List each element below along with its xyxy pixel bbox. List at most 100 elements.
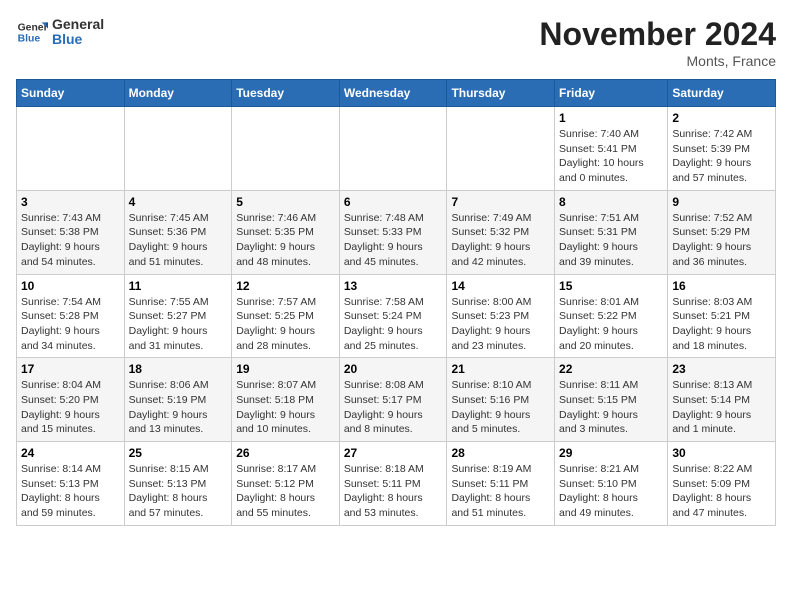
calendar-cell: 25Sunrise: 8:15 AM Sunset: 5:13 PM Dayli… [124, 442, 232, 526]
day-info: Sunrise: 7:40 AM Sunset: 5:41 PM Dayligh… [559, 127, 663, 186]
day-info: Sunrise: 8:18 AM Sunset: 5:11 PM Dayligh… [344, 462, 443, 521]
calendar-cell: 14Sunrise: 8:00 AM Sunset: 5:23 PM Dayli… [447, 274, 555, 358]
calendar-body: 1 Sunrise: 7:40 AM Sunset: 5:41 PM Daylig… [17, 107, 776, 526]
svg-text:Blue: Blue [18, 34, 41, 45]
calendar-cell: 12 Sunrise: 7:57 AM Sunset: 5:25 PM Dayli… [232, 274, 340, 358]
calendar-cell: 20 Sunrise: 8:08 AM Sunset: 5:17 PM Dayli… [339, 358, 447, 442]
day-info: Sunrise: 7:57 AM Sunset: 5:25 PM Dayligh… [236, 295, 335, 354]
calendar-cell [447, 107, 555, 191]
day-number: 23 [672, 362, 771, 376]
day-number: 11 [129, 279, 228, 293]
day-number: 19 [236, 362, 335, 376]
calendar-cell: 18 Sunrise: 8:06 AM Sunset: 5:19 PM Dayli… [124, 358, 232, 442]
calendar-cell: 29Sunrise: 8:21 AM Sunset: 5:10 PM Dayli… [555, 442, 668, 526]
day-info: Sunrise: 7:52 AM Sunset: 5:29 PM Dayligh… [672, 211, 771, 270]
calendar-cell: 2 Sunrise: 7:42 AM Sunset: 5:39 PM Daylig… [668, 107, 776, 191]
day-info: Sunrise: 8:13 AM Sunset: 5:14 PM Dayligh… [672, 378, 771, 437]
header: General Blue General Blue November 2024 … [16, 16, 776, 69]
day-number: 15 [559, 279, 663, 293]
day-info: Sunrise: 8:11 AM Sunset: 5:15 PM Dayligh… [559, 378, 663, 437]
calendar-cell: 28Sunrise: 8:19 AM Sunset: 5:11 PM Dayli… [447, 442, 555, 526]
calendar-cell: 13Sunrise: 7:58 AM Sunset: 5:24 PM Dayli… [339, 274, 447, 358]
day-info: Sunrise: 7:54 AM Sunset: 5:28 PM Dayligh… [21, 295, 120, 354]
day-info: Sunrise: 7:49 AM Sunset: 5:32 PM Dayligh… [451, 211, 550, 270]
calendar-header-cell: Thursday [447, 80, 555, 107]
calendar-cell: 24 Sunrise: 8:14 AM Sunset: 5:13 PM Dayli… [17, 442, 125, 526]
location: Monts, France [539, 53, 776, 69]
day-info: Sunrise: 7:45 AM Sunset: 5:36 PM Dayligh… [129, 211, 228, 270]
day-number: 10 [21, 279, 120, 293]
calendar-cell [339, 107, 447, 191]
day-number: 4 [129, 195, 228, 209]
day-number: 9 [672, 195, 771, 209]
calendar-cell [124, 107, 232, 191]
calendar-cell: 6Sunrise: 7:48 AM Sunset: 5:33 PM Daylig… [339, 190, 447, 274]
day-number: 21 [451, 362, 550, 376]
day-number: 1 [559, 111, 663, 125]
day-info: Sunrise: 7:43 AM Sunset: 5:38 PM Dayligh… [21, 211, 120, 270]
day-number: 17 [21, 362, 120, 376]
calendar-cell: 10 Sunrise: 7:54 AM Sunset: 5:28 PM Dayli… [17, 274, 125, 358]
calendar-cell: 3 Sunrise: 7:43 AM Sunset: 5:38 PM Daylig… [17, 190, 125, 274]
day-info: Sunrise: 8:06 AM Sunset: 5:19 PM Dayligh… [129, 378, 228, 437]
calendar-week-row: 1 Sunrise: 7:40 AM Sunset: 5:41 PM Daylig… [17, 107, 776, 191]
calendar-cell: 17Sunrise: 8:04 AM Sunset: 5:20 PM Dayli… [17, 358, 125, 442]
day-number: 24 [21, 446, 120, 460]
calendar-cell: 5Sunrise: 7:46 AM Sunset: 5:35 PM Daylig… [232, 190, 340, 274]
calendar-week-row: 17Sunrise: 8:04 AM Sunset: 5:20 PM Dayli… [17, 358, 776, 442]
day-number: 22 [559, 362, 663, 376]
calendar-cell: 4 Sunrise: 7:45 AM Sunset: 5:36 PM Daylig… [124, 190, 232, 274]
day-number: 3 [21, 195, 120, 209]
calendar-cell [17, 107, 125, 191]
day-info: Sunrise: 8:07 AM Sunset: 5:18 PM Dayligh… [236, 378, 335, 437]
calendar-cell: 22 Sunrise: 8:11 AM Sunset: 5:15 PM Dayli… [555, 358, 668, 442]
title-area: November 2024 Monts, France [539, 16, 776, 69]
day-number: 12 [236, 279, 335, 293]
calendar-cell: 30Sunrise: 8:22 AM Sunset: 5:09 PM Dayli… [668, 442, 776, 526]
calendar-cell: 7 Sunrise: 7:49 AM Sunset: 5:32 PM Daylig… [447, 190, 555, 274]
calendar-cell: 9 Sunrise: 7:52 AM Sunset: 5:29 PM Daylig… [668, 190, 776, 274]
day-info: Sunrise: 7:42 AM Sunset: 5:39 PM Dayligh… [672, 127, 771, 186]
calendar-cell: 23 Sunrise: 8:13 AM Sunset: 5:14 PM Dayli… [668, 358, 776, 442]
month-title: November 2024 [539, 16, 776, 53]
day-info: Sunrise: 8:14 AM Sunset: 5:13 PM Dayligh… [21, 462, 120, 521]
day-number: 29 [559, 446, 663, 460]
day-number: 26 [236, 446, 335, 460]
day-info: Sunrise: 7:58 AM Sunset: 5:24 PM Dayligh… [344, 295, 443, 354]
day-number: 18 [129, 362, 228, 376]
calendar-cell: 21 Sunrise: 8:10 AM Sunset: 5:16 PM Dayli… [447, 358, 555, 442]
day-info: Sunrise: 8:01 AM Sunset: 5:22 PM Dayligh… [559, 295, 663, 354]
day-number: 20 [344, 362, 443, 376]
day-info: Sunrise: 8:03 AM Sunset: 5:21 PM Dayligh… [672, 295, 771, 354]
calendar-cell: 27 Sunrise: 8:18 AM Sunset: 5:11 PM Dayli… [339, 442, 447, 526]
day-info: Sunrise: 8:00 AM Sunset: 5:23 PM Dayligh… [451, 295, 550, 354]
calendar-cell: 11 Sunrise: 7:55 AM Sunset: 5:27 PM Dayli… [124, 274, 232, 358]
calendar-cell: 1 Sunrise: 7:40 AM Sunset: 5:41 PM Daylig… [555, 107, 668, 191]
calendar-header-cell: Tuesday [232, 80, 340, 107]
day-info: Sunrise: 8:22 AM Sunset: 5:09 PM Dayligh… [672, 462, 771, 521]
calendar-week-row: 3 Sunrise: 7:43 AM Sunset: 5:38 PM Daylig… [17, 190, 776, 274]
calendar-header-cell: Monday [124, 80, 232, 107]
calendar-cell: 8 Sunrise: 7:51 AM Sunset: 5:31 PM Daylig… [555, 190, 668, 274]
day-number: 2 [672, 111, 771, 125]
day-number: 7 [451, 195, 550, 209]
day-number: 28 [451, 446, 550, 460]
calendar-week-row: 10 Sunrise: 7:54 AM Sunset: 5:28 PM Dayli… [17, 274, 776, 358]
day-number: 27 [344, 446, 443, 460]
day-number: 16 [672, 279, 771, 293]
calendar-cell: 15 Sunrise: 8:01 AM Sunset: 5:22 PM Dayli… [555, 274, 668, 358]
day-info: Sunrise: 8:08 AM Sunset: 5:17 PM Dayligh… [344, 378, 443, 437]
day-info: Sunrise: 7:55 AM Sunset: 5:27 PM Dayligh… [129, 295, 228, 354]
logo-icon: General Blue [16, 16, 48, 48]
calendar-header-row: SundayMondayTuesdayWednesdayThursdayFrid… [17, 80, 776, 107]
calendar-cell [232, 107, 340, 191]
calendar-header-cell: Friday [555, 80, 668, 107]
calendar-cell: 19 Sunrise: 8:07 AM Sunset: 5:18 PM Dayli… [232, 358, 340, 442]
calendar-cell: 26Sunrise: 8:17 AM Sunset: 5:12 PM Dayli… [232, 442, 340, 526]
day-info: Sunrise: 8:10 AM Sunset: 5:16 PM Dayligh… [451, 378, 550, 437]
day-info: Sunrise: 7:51 AM Sunset: 5:31 PM Dayligh… [559, 211, 663, 270]
day-number: 8 [559, 195, 663, 209]
day-number: 5 [236, 195, 335, 209]
calendar-cell: 16 Sunrise: 8:03 AM Sunset: 5:21 PM Dayli… [668, 274, 776, 358]
calendar-week-row: 24 Sunrise: 8:14 AM Sunset: 5:13 PM Dayli… [17, 442, 776, 526]
